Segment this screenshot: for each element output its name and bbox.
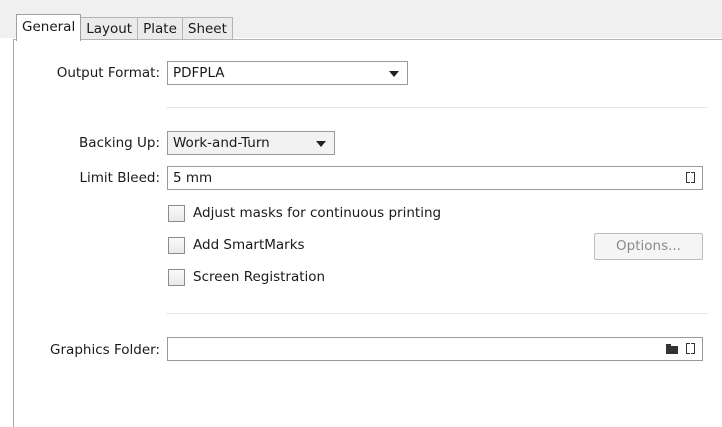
screen-registration-checkbox[interactable] <box>168 269 185 286</box>
tab-strip: General Layout Plate Sheet <box>16 14 233 41</box>
output-format-value: PDFPLA <box>173 65 225 81</box>
limit-bleed-label: Limit Bleed: <box>79 170 161 186</box>
graphics-folder-label: Graphics Folder: <box>50 342 160 358</box>
bracket-icon[interactable] <box>686 343 695 354</box>
chevron-down-icon <box>316 141 326 147</box>
output-format-label: Output Format: <box>56 65 160 81</box>
tab-plate[interactable]: Plate <box>138 17 183 41</box>
limit-bleed-field[interactable]: 5 mm <box>167 166 703 190</box>
adjust-masks-checkbox[interactable] <box>168 205 185 222</box>
backing-up-dropdown[interactable]: Work-and-Turn <box>167 131 335 155</box>
screen-registration-label: Screen Registration <box>193 269 326 285</box>
tab-bar: General Layout Plate Sheet <box>0 0 722 41</box>
limit-bleed-value: 5 mm <box>173 170 213 186</box>
add-smartmarks-label: Add SmartMarks <box>193 237 305 253</box>
tab-layout[interactable]: Layout <box>81 17 139 41</box>
section-divider <box>166 107 708 108</box>
chevron-down-icon <box>389 71 399 77</box>
output-format-dropdown[interactable]: PDFPLA <box>167 61 408 85</box>
add-smartmarks-checkbox[interactable] <box>168 237 185 254</box>
tab-general[interactable]: General <box>16 14 82 41</box>
backing-up-label: Backing Up: <box>79 135 160 151</box>
section-divider <box>166 313 708 314</box>
bracket-icon[interactable] <box>686 172 695 183</box>
folder-icon[interactable] <box>666 344 678 354</box>
backing-up-value: Work-and-Turn <box>173 135 270 151</box>
adjust-masks-label: Adjust masks for continuous printing <box>193 205 442 221</box>
graphics-folder-field[interactable] <box>167 337 703 361</box>
options-button[interactable]: Options... <box>594 233 703 260</box>
tab-sheet[interactable]: Sheet <box>182 17 233 41</box>
